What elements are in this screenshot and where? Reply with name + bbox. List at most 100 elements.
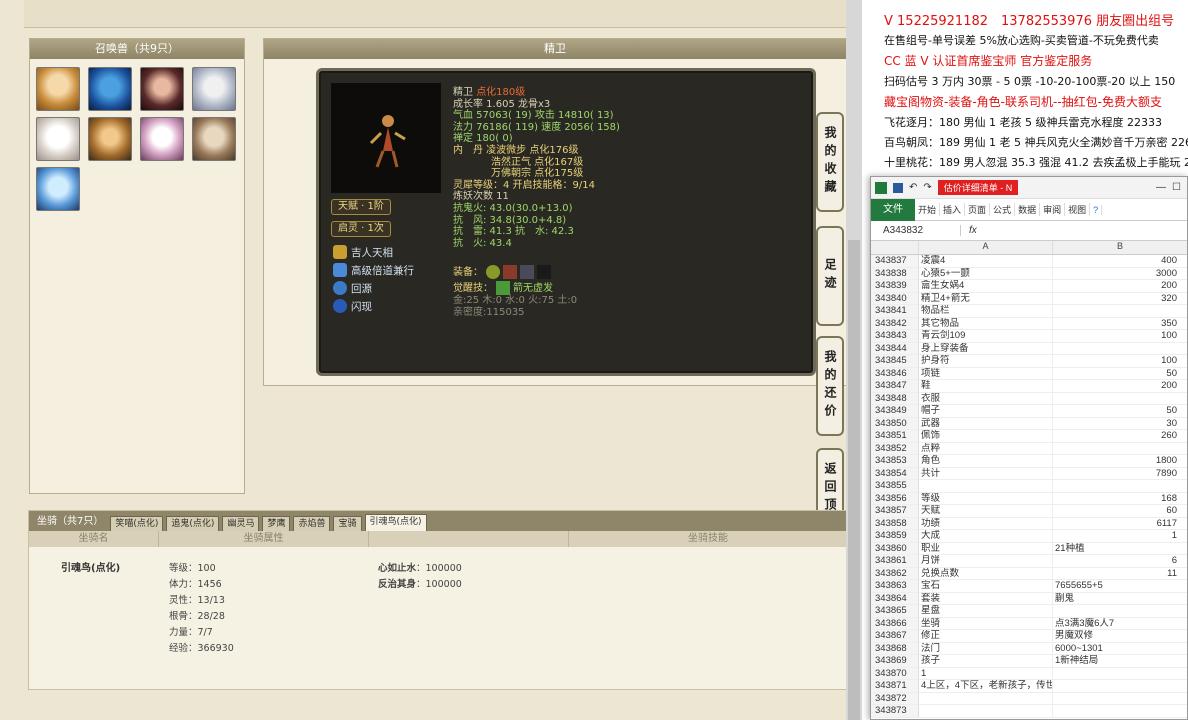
sheet-row[interactable]: 343862 兑换点数 11 — [871, 567, 1187, 580]
cell-b[interactable]: 100 — [1053, 355, 1181, 367]
sheet-row[interactable]: 343859 大成 1 — [871, 530, 1187, 543]
cell-a[interactable]: 龠生女娲4 — [919, 280, 1053, 292]
row-number[interactable]: 343842 — [871, 317, 919, 329]
sheet-row[interactable]: 343855 — [871, 480, 1187, 493]
mount-tab[interactable]: 宝骑 — [333, 516, 362, 531]
row-number[interactable]: 343846 — [871, 367, 919, 379]
skill-row[interactable]: 高级倍道兼行 — [333, 261, 414, 279]
sheet-row[interactable]: 343853 角色 1800 — [871, 455, 1187, 468]
row-number[interactable]: 343862 — [871, 567, 919, 579]
cell-a[interactable] — [919, 705, 1053, 717]
cell-a[interactable]: 共计 — [919, 467, 1053, 479]
cell-a[interactable]: 衣服 — [919, 392, 1053, 404]
cell-a[interactable]: 等级 — [919, 492, 1053, 504]
cell-a[interactable]: 帽子 — [919, 405, 1053, 417]
cell-b[interactable]: 260 — [1053, 430, 1181, 442]
sheet-row[interactable]: 343867 修正 男魔双修 — [871, 630, 1187, 643]
row-number[interactable]: 343844 — [871, 342, 919, 354]
ribbon-tab[interactable]: 页面 — [965, 203, 991, 216]
file-tab[interactable]: 文件 — [871, 198, 915, 221]
cell-a[interactable]: 佩饰 — [919, 430, 1053, 442]
corner-cell[interactable] — [871, 241, 919, 254]
cell-a[interactable] — [919, 692, 1053, 704]
mount-tab[interactable]: 笑喵(点化) — [110, 516, 164, 531]
cell-b[interactable]: 50 — [1053, 368, 1181, 380]
sheet-row[interactable]: 343861 月饼 6 — [871, 555, 1187, 568]
sheet-row[interactable]: 343863 宝石 7655655+5 — [871, 580, 1187, 593]
equip-slot-icon[interactable] — [537, 265, 551, 280]
ribbon-tab[interactable]: 数据 — [1015, 203, 1041, 216]
sheet-row[interactable]: 343857 天赋 60 — [871, 505, 1187, 518]
row-number[interactable]: 343847 — [871, 380, 919, 392]
row-number[interactable]: 343869 — [871, 655, 919, 667]
cell-a[interactable]: 凌震4 — [919, 255, 1053, 267]
row-number[interactable]: 343861 — [871, 555, 919, 567]
cell-b[interactable]: 60 — [1053, 505, 1181, 517]
cell-b[interactable]: 200 — [1053, 280, 1181, 292]
mount-tab-active[interactable]: 引魂鸟(点化) — [364, 514, 427, 531]
sheet-row[interactable]: 343873 — [871, 705, 1187, 718]
ribbon-tab[interactable]: 视图 — [1065, 203, 1091, 216]
cell-a[interactable]: 法门 — [919, 642, 1053, 654]
skill-row[interactable]: 回源 — [333, 279, 372, 297]
col-header-b[interactable]: B — [1053, 241, 1187, 254]
sheet-row[interactable]: 343854 共计 7890 — [871, 467, 1187, 480]
sheet-row[interactable]: 343847 鞋 200 — [871, 380, 1187, 393]
cell-b[interactable]: 100 — [1053, 330, 1181, 342]
sheet-row[interactable]: 343868 法门 6000~1301 — [871, 642, 1187, 655]
sheet-row[interactable]: 343865 星盘 — [871, 605, 1187, 618]
sheet-row[interactable]: 343872 — [871, 692, 1187, 705]
cell-b[interactable]: 320 — [1053, 293, 1181, 305]
cell-a[interactable]: 4上区，4下区，老新孩子，传世，装备宝宝齐全 — [919, 680, 1053, 692]
row-number[interactable]: 343853 — [871, 455, 919, 467]
row-number[interactable]: 343848 — [871, 392, 919, 404]
row-number[interactable]: 343851 — [871, 430, 919, 442]
row-number[interactable]: 343854 — [871, 467, 919, 479]
cell-b[interactable] — [1053, 705, 1181, 717]
pet-avatar[interactable] — [36, 167, 80, 211]
cell-a[interactable]: 月饼 — [919, 555, 1053, 567]
sheet-row[interactable]: 343850 武器 30 — [871, 417, 1187, 430]
cell-a[interactable]: 护身符 — [919, 355, 1053, 367]
sheet-row[interactable]: 343856 等级 168 — [871, 492, 1187, 505]
cell-b[interactable]: 168 — [1053, 493, 1181, 505]
sheet-row[interactable]: 343838 心猿5+一颤 3000 — [871, 267, 1187, 280]
row-number[interactable]: 343858 — [871, 517, 919, 529]
cell-a[interactable]: 鞋 — [919, 380, 1053, 392]
cell-a[interactable] — [919, 480, 1053, 492]
cell-b[interactable]: 400 — [1053, 255, 1181, 267]
pet-avatar[interactable] — [192, 67, 236, 111]
row-number[interactable]: 343845 — [871, 355, 919, 367]
cell-a[interactable]: 天赋 — [919, 505, 1053, 517]
cell-a[interactable]: 1 — [919, 667, 1053, 679]
row-number[interactable]: 343837 — [871, 255, 919, 267]
cell-b[interactable]: 7890 — [1053, 468, 1181, 480]
sheet-row[interactable]: 343844 身上穿装备 — [871, 342, 1187, 355]
cell-b[interactable] — [1053, 393, 1181, 405]
row-number[interactable]: 343872 — [871, 692, 919, 704]
sheet-row[interactable]: 343860 职业 21种植 — [871, 542, 1187, 555]
sheet-row[interactable]: 343864 套装 蒯鬼 — [871, 592, 1187, 605]
maximize-icon[interactable]: ☐ — [1172, 182, 1187, 193]
sheet-row[interactable]: 343837 凌震4 400 — [871, 255, 1187, 268]
sheet-row[interactable]: 343869 孩子 1新神结局 — [871, 655, 1187, 668]
row-number[interactable]: 343849 — [871, 405, 919, 417]
cell-a[interactable]: 点粹 — [919, 442, 1053, 454]
cell-b[interactable]: 1800 — [1053, 455, 1181, 467]
cell-a[interactable]: 功绩 — [919, 517, 1053, 529]
pet-avatar[interactable] — [36, 117, 80, 161]
equip-slot-icon[interactable] — [486, 265, 500, 280]
row-number[interactable]: 343867 — [871, 630, 919, 642]
cell-a[interactable]: 身上穿装备 — [919, 342, 1053, 354]
col-header-a[interactable]: A — [919, 241, 1053, 254]
cell-b[interactable]: 350 — [1053, 318, 1181, 330]
pet-avatar[interactable] — [140, 67, 184, 111]
cell-b[interactable]: 11 — [1053, 568, 1181, 580]
row-number[interactable]: 343840 — [871, 292, 919, 304]
sheet-row[interactable]: 343846 项链 50 — [871, 367, 1187, 380]
ribbon-tab[interactable]: 公式 — [990, 203, 1016, 216]
cell-b[interactable]: 30 — [1053, 418, 1181, 430]
side-tab-favorites[interactable]: 我的收藏 — [816, 112, 844, 212]
row-number[interactable]: 343856 — [871, 492, 919, 504]
pet-avatar[interactable] — [192, 117, 236, 161]
